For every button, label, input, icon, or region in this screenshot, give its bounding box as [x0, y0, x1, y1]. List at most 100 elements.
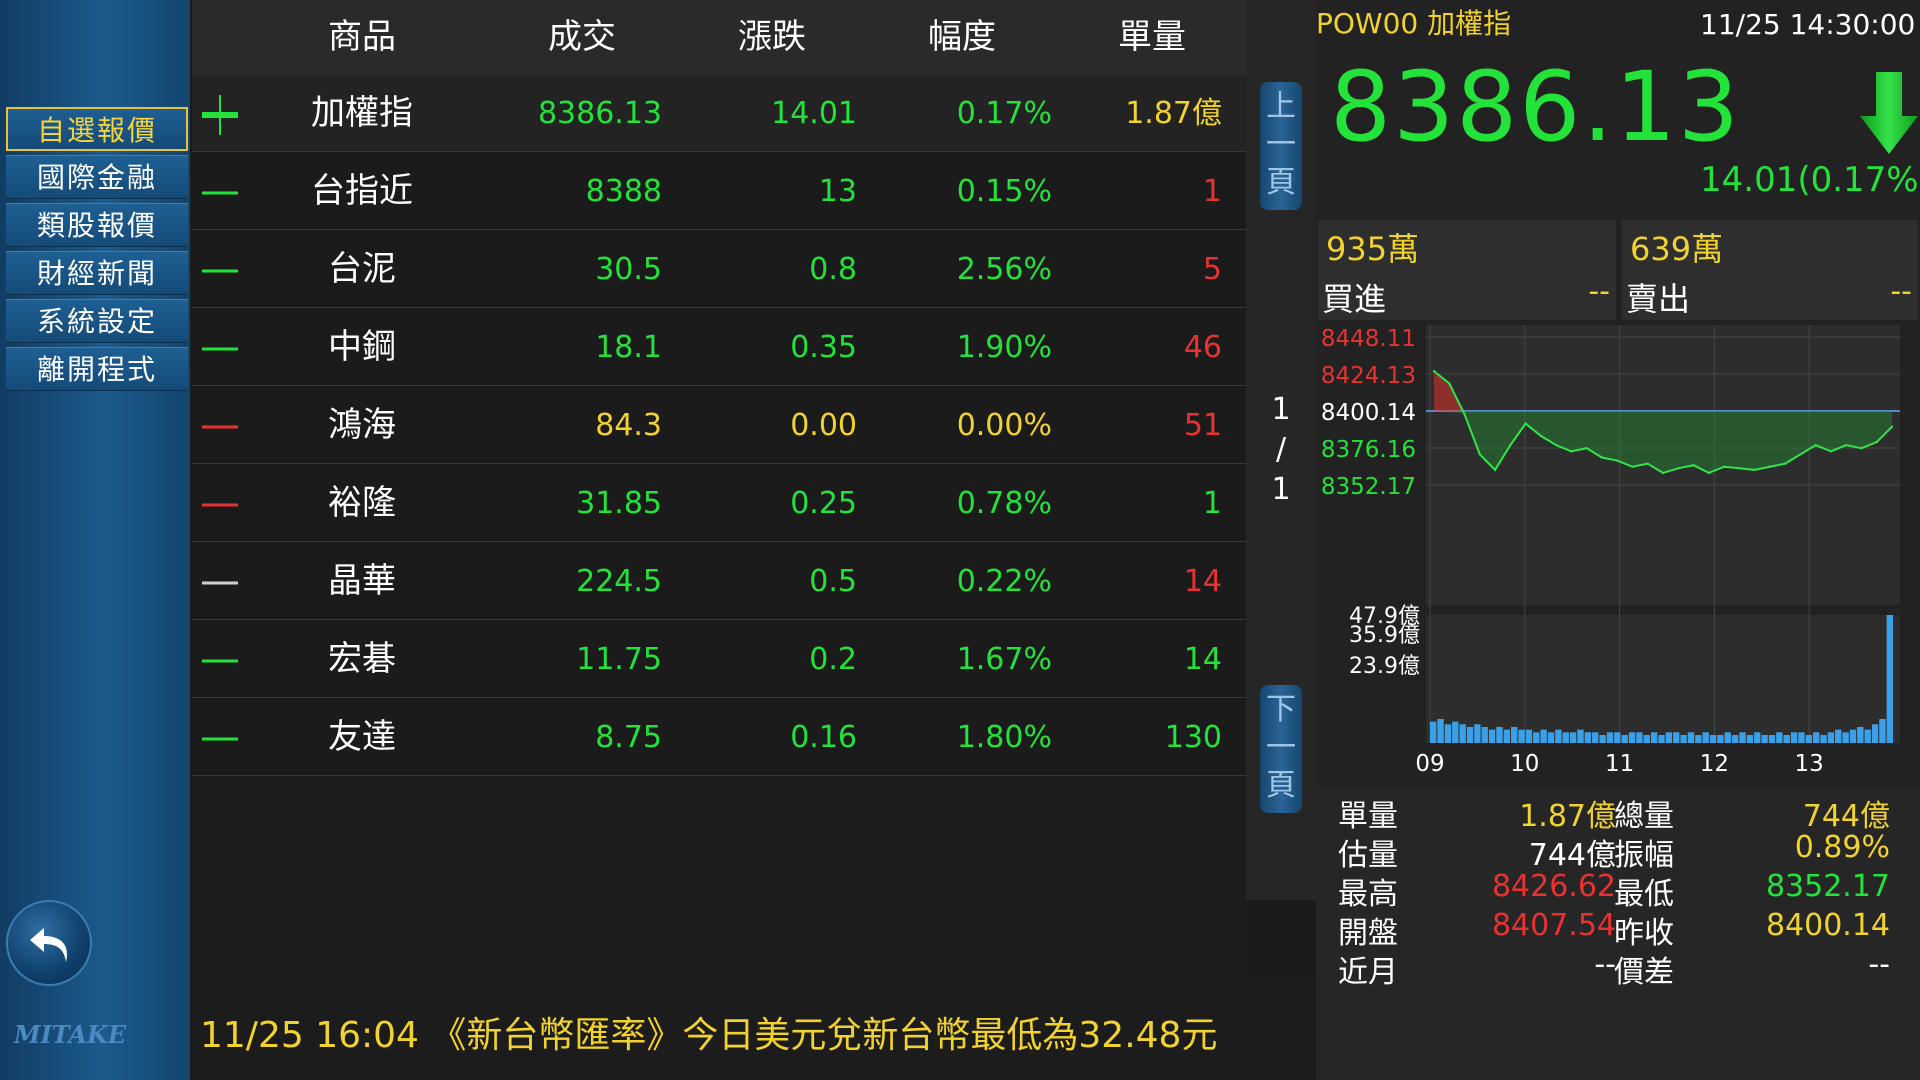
- stat-label: 最低: [1614, 877, 1674, 912]
- stat-label: 估量: [1338, 838, 1398, 873]
- intraday-chart[interactable]: 8448.11 8424.13 8400.14 8376.16 8352.17 47.9億…: [1316, 325, 1920, 780]
- table-row[interactable]: 台泥 30.5 0.8 2.56% 5: [192, 231, 1246, 308]
- volume-bar: [1452, 721, 1459, 743]
- volume-bar: [1695, 734, 1702, 743]
- quote-title: POW00 加權指: [1316, 7, 1512, 40]
- cell-name: 晶華: [328, 561, 396, 601]
- pager: 上一頁 1 / 1 下一頁: [1246, 0, 1316, 900]
- price-point: [1661, 471, 1665, 475]
- volume-plot-background: [1426, 615, 1900, 743]
- volume-bar: [1466, 726, 1474, 743]
- pager-char: 一: [1266, 127, 1296, 162]
- volume-bar: [1643, 734, 1650, 743]
- cell-volume: 1.87億: [1125, 96, 1222, 131]
- table-row[interactable]: 中鋼 18.1 0.35 1.90% 46: [192, 309, 1246, 386]
- volume-bar: [1709, 734, 1717, 743]
- price-point: [1509, 443, 1512, 447]
- back-arrow-icon: [30, 928, 68, 962]
- stat-label: 近月: [1338, 955, 1398, 990]
- price-tick-label: 8448.11: [1321, 326, 1416, 352]
- mini-candle-icon: [202, 95, 238, 135]
- price-point: [1707, 471, 1710, 475]
- quote-change: 14.01(0.17%): [1700, 160, 1920, 200]
- stat-value: 8352.17: [1765, 869, 1890, 904]
- header-change[interactable]: 漲跌: [672, 0, 872, 75]
- cell-percent: 0.00%: [956, 408, 1052, 443]
- cell-volume: 130: [1164, 720, 1222, 755]
- sidebar-item-international[interactable]: 國際金融: [6, 155, 188, 199]
- cell-percent: 0.78%: [956, 486, 1052, 521]
- sidebar-item-news[interactable]: 財經新聞: [6, 251, 188, 295]
- time-tick-label: 13: [1795, 751, 1824, 777]
- sidebar-item-watchlist[interactable]: 自選報價: [6, 107, 188, 151]
- mini-candle-icon: [202, 659, 238, 663]
- volume-bar: [1503, 729, 1511, 743]
- table-row[interactable]: 台指近 8388 13 0.15% 1: [192, 153, 1246, 230]
- table-row[interactable]: 加權指 8386.13 14.01 0.17% 1.87億: [192, 75, 1246, 152]
- table-row[interactable]: 裕隆 31.85 0.25 0.78% 1: [192, 465, 1246, 542]
- table-row[interactable]: 友達 8.75 0.16 1.80% 130: [192, 699, 1246, 776]
- buy-label: 買進: [1322, 280, 1387, 318]
- cell-name: 中鋼: [328, 327, 396, 367]
- volume-bar: [1459, 724, 1466, 743]
- volume-bar: [1842, 732, 1849, 743]
- volume-bar: [1474, 724, 1481, 743]
- header-volume[interactable]: 單量: [1052, 0, 1252, 75]
- price-point: [1829, 450, 1833, 453]
- volume-bar: [1871, 724, 1879, 743]
- cell-percent: 0.22%: [956, 564, 1052, 599]
- quote-price: 8386.13: [1330, 51, 1741, 163]
- volume-bar: [1599, 734, 1606, 743]
- pager-char: 下: [1266, 692, 1296, 727]
- page-current: 1: [1271, 392, 1291, 427]
- price-tick-label: 8352.17: [1321, 474, 1416, 500]
- buy-volume: 935萬: [1326, 230, 1420, 268]
- down-arrow-icon: [1860, 72, 1918, 154]
- stat-label: 單量: [1338, 799, 1398, 834]
- cell-volume: 14: [1183, 564, 1222, 599]
- cell-percent: 2.56%: [956, 252, 1052, 287]
- cell-price: 31.85: [576, 486, 662, 521]
- price-point: [1722, 465, 1726, 468]
- cell-change: 14.01: [771, 96, 857, 131]
- quote-table: 商品 成交 漲跌 幅度 單量 加權指 8386.13 14.01 0.17% 1.87億…: [192, 0, 1246, 980]
- sidebar-item-settings[interactable]: 系統設定: [6, 299, 188, 343]
- price-tick-label: 8400.14: [1321, 400, 1416, 426]
- cell-change: 0.00: [790, 408, 857, 443]
- sidebar-item-sectors[interactable]: 類股報價: [6, 203, 188, 247]
- volume-bar: [1533, 732, 1540, 743]
- cell-price: 8386.13: [537, 96, 662, 131]
- volume-bar: [1680, 734, 1687, 743]
- price-tick-label: 8376.16: [1321, 437, 1416, 463]
- sidebar-item-exit[interactable]: 離開程式: [6, 347, 188, 391]
- header-percent[interactable]: 幅度: [862, 0, 1062, 75]
- volume-bar: [1835, 729, 1842, 743]
- table-row[interactable]: 鴻海 84.3 0.00 0.00% 51: [192, 387, 1246, 464]
- volume-bar: [1776, 732, 1783, 743]
- news-ticker[interactable]: 11/25 16:04 《新台幣匯率》今日美元兌新台幣最低為32.48元: [192, 980, 1316, 1080]
- cell-percent: 0.17%: [956, 96, 1052, 131]
- price-point: [1448, 382, 1451, 385]
- price-point: [1646, 462, 1649, 465]
- mini-candle-icon: [202, 737, 238, 741]
- price-point: [1616, 459, 1619, 462]
- page-down-button[interactable]: 下一頁: [1260, 685, 1302, 813]
- cell-volume: 1: [1202, 486, 1222, 521]
- volume-bar: [1481, 726, 1488, 743]
- page-up-button[interactable]: 上一頁: [1260, 82, 1302, 210]
- cell-change: 0.2: [809, 642, 857, 677]
- sidebar: 自選報價 國際金融 類股報價 財經新聞 系統設定 離開程式 MITAKE: [0, 0, 190, 1080]
- cell-name: 加權指: [311, 93, 413, 133]
- back-button[interactable]: [6, 900, 92, 986]
- volume-bar: [1430, 721, 1437, 743]
- header-product[interactable]: 商品: [262, 0, 462, 75]
- volume-bar: [1614, 732, 1621, 743]
- table-row[interactable]: 晶華 224.5 0.5 0.22% 14: [192, 543, 1246, 620]
- cell-volume: 1: [1202, 174, 1222, 209]
- volume-bar: [1569, 732, 1577, 743]
- pager-char: 一: [1266, 730, 1296, 765]
- table-row[interactable]: 宏碁 11.75 0.2 1.67% 14: [192, 621, 1246, 698]
- header-price[interactable]: 成交: [482, 0, 682, 75]
- cell-change: 0.25: [790, 486, 857, 521]
- price-point: [1677, 467, 1680, 470]
